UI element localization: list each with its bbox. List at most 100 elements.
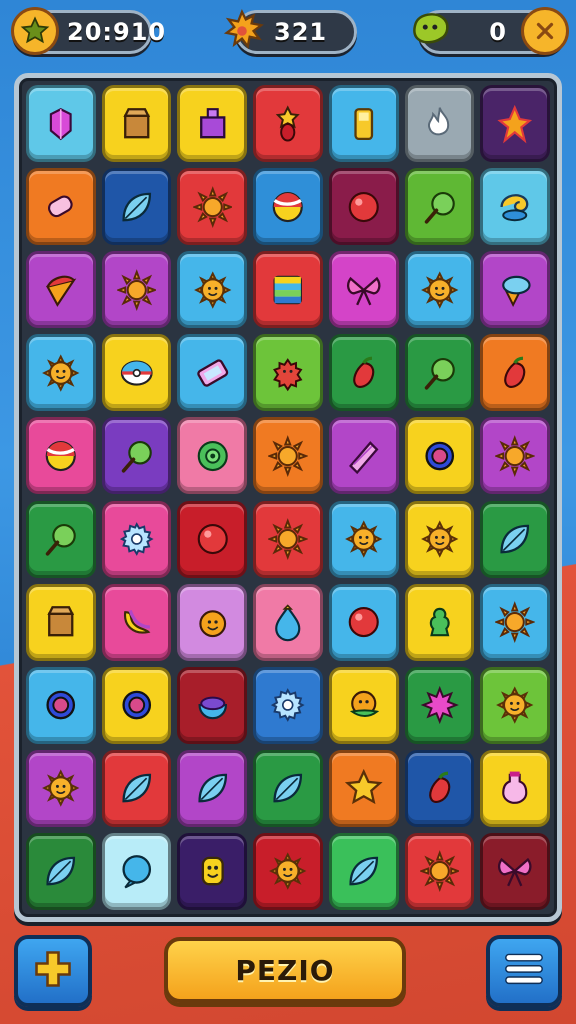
- tile-gear[interactable]: [101, 500, 172, 578]
- add-button[interactable]: [14, 935, 92, 1007]
- tile-leaf[interactable]: [253, 749, 323, 827]
- sun-face-icon: [180, 254, 244, 325]
- tile-sun[interactable]: [404, 832, 475, 910]
- box-icon: [29, 587, 93, 658]
- tile-pokeball[interactable]: [101, 334, 172, 412]
- gear-icon: [105, 504, 169, 575]
- cone-icon: [29, 254, 93, 325]
- tile-stripes[interactable]: [253, 251, 323, 329]
- tile-crystal[interactable]: [328, 417, 399, 495]
- tile-ring[interactable]: [101, 666, 172, 744]
- play-button[interactable]: PEZIO: [164, 937, 406, 1003]
- tile-orb[interactable]: [328, 583, 399, 661]
- tile-spark[interactable]: [480, 85, 550, 163]
- drop-icon: [256, 587, 320, 658]
- tile-lollipop[interactable]: [404, 168, 475, 246]
- tile-pepper[interactable]: [404, 749, 475, 827]
- pepper-icon: [408, 753, 472, 824]
- tile-sun-face[interactable]: [26, 334, 96, 412]
- orb-icon: [180, 504, 244, 575]
- tile-star-drop[interactable]: [253, 85, 323, 163]
- tile-sun[interactable]: [480, 417, 550, 495]
- tile-blob[interactable]: [253, 334, 323, 412]
- tile-banana[interactable]: [101, 583, 172, 661]
- play-button-label: PEZIO: [235, 953, 335, 987]
- tile-box[interactable]: [26, 583, 96, 661]
- tile-flame[interactable]: [404, 85, 475, 163]
- tile-sun-face[interactable]: [26, 749, 96, 827]
- tile-sun-face[interactable]: [404, 500, 475, 578]
- tile-sun[interactable]: [253, 500, 323, 578]
- tile-leaf[interactable]: [26, 832, 96, 910]
- tile-sun[interactable]: [480, 583, 550, 661]
- tile-gear[interactable]: [253, 666, 323, 744]
- sun-icon: [180, 171, 244, 242]
- tile-bow[interactable]: [480, 832, 550, 910]
- tile-sun[interactable]: [177, 168, 248, 246]
- smile-leaf-icon: [332, 670, 396, 741]
- tile-bar[interactable]: [177, 334, 248, 412]
- ball-icon: [256, 171, 320, 242]
- lollipop-icon: [105, 420, 169, 491]
- tile-sun-face[interactable]: [328, 500, 399, 578]
- tile-candy[interactable]: [26, 168, 96, 246]
- star-icon: [332, 753, 396, 824]
- tile-bowl[interactable]: [177, 666, 248, 744]
- tile-lollipop[interactable]: [101, 417, 172, 495]
- tile-sun-face[interactable]: [253, 832, 323, 910]
- swirl-icon: [483, 171, 547, 242]
- tile-sun-face[interactable]: [404, 251, 475, 329]
- tile-gold-bar[interactable]: [328, 85, 399, 163]
- tile-drop[interactable]: [253, 583, 323, 661]
- tile-ball[interactable]: [26, 417, 96, 495]
- tile-orb[interactable]: [177, 500, 248, 578]
- tile-ball[interactable]: [253, 168, 323, 246]
- tile-smile-drop[interactable]: [177, 583, 248, 661]
- tile-star[interactable]: [328, 749, 399, 827]
- gear-icon: [256, 670, 320, 741]
- icecream-icon: [483, 254, 547, 325]
- tile-smile-leaf[interactable]: [328, 666, 399, 744]
- tile-leaf[interactable]: [328, 832, 399, 910]
- leaf-icon: [105, 753, 169, 824]
- tile-gift[interactable]: [177, 85, 248, 163]
- orb-icon: [332, 171, 396, 242]
- tile-ring[interactable]: [404, 417, 475, 495]
- tile-lollipop[interactable]: [26, 500, 96, 578]
- lollipop-icon: [29, 504, 93, 575]
- tile-leaf[interactable]: [101, 168, 172, 246]
- tile-bow[interactable]: [328, 251, 399, 329]
- tile-pawn[interactable]: [404, 583, 475, 661]
- gold-bar-icon: [332, 88, 396, 159]
- tile-smile-block[interactable]: [177, 832, 248, 910]
- tile-pepper[interactable]: [480, 334, 550, 412]
- sun-face-icon: [29, 753, 93, 824]
- tile-ring[interactable]: [26, 666, 96, 744]
- menu-button[interactable]: [486, 935, 562, 1007]
- sun-face-icon: [332, 504, 396, 575]
- tile-orb[interactable]: [328, 168, 399, 246]
- tile-sun[interactable]: [253, 417, 323, 495]
- tile-sun-face[interactable]: [177, 251, 248, 329]
- tile-bottle[interactable]: [480, 749, 550, 827]
- tile-sun-face[interactable]: [480, 666, 550, 744]
- tile-spike[interactable]: [404, 666, 475, 744]
- tile-leaf[interactable]: [101, 749, 172, 827]
- tile-leaf[interactable]: [177, 749, 248, 827]
- score-counter: 20:910: [11, 7, 165, 55]
- tile-cone[interactable]: [26, 251, 96, 329]
- tile-icecream[interactable]: [480, 251, 550, 329]
- cancel-coin-icon[interactable]: [521, 7, 569, 55]
- tile-pepper[interactable]: [328, 334, 399, 412]
- tile-box[interactable]: [101, 85, 172, 163]
- tile-lollipop[interactable]: [404, 334, 475, 412]
- tile-gem[interactable]: [26, 85, 96, 163]
- pokeball-icon: [105, 337, 169, 408]
- tile-donut[interactable]: [177, 417, 248, 495]
- tile-swirl[interactable]: [480, 168, 550, 246]
- tile-sun[interactable]: [101, 251, 172, 329]
- donut-icon: [180, 420, 244, 491]
- box-icon: [105, 88, 169, 159]
- tile-leaf[interactable]: [480, 500, 550, 578]
- tile-bubble[interactable]: [101, 832, 172, 910]
